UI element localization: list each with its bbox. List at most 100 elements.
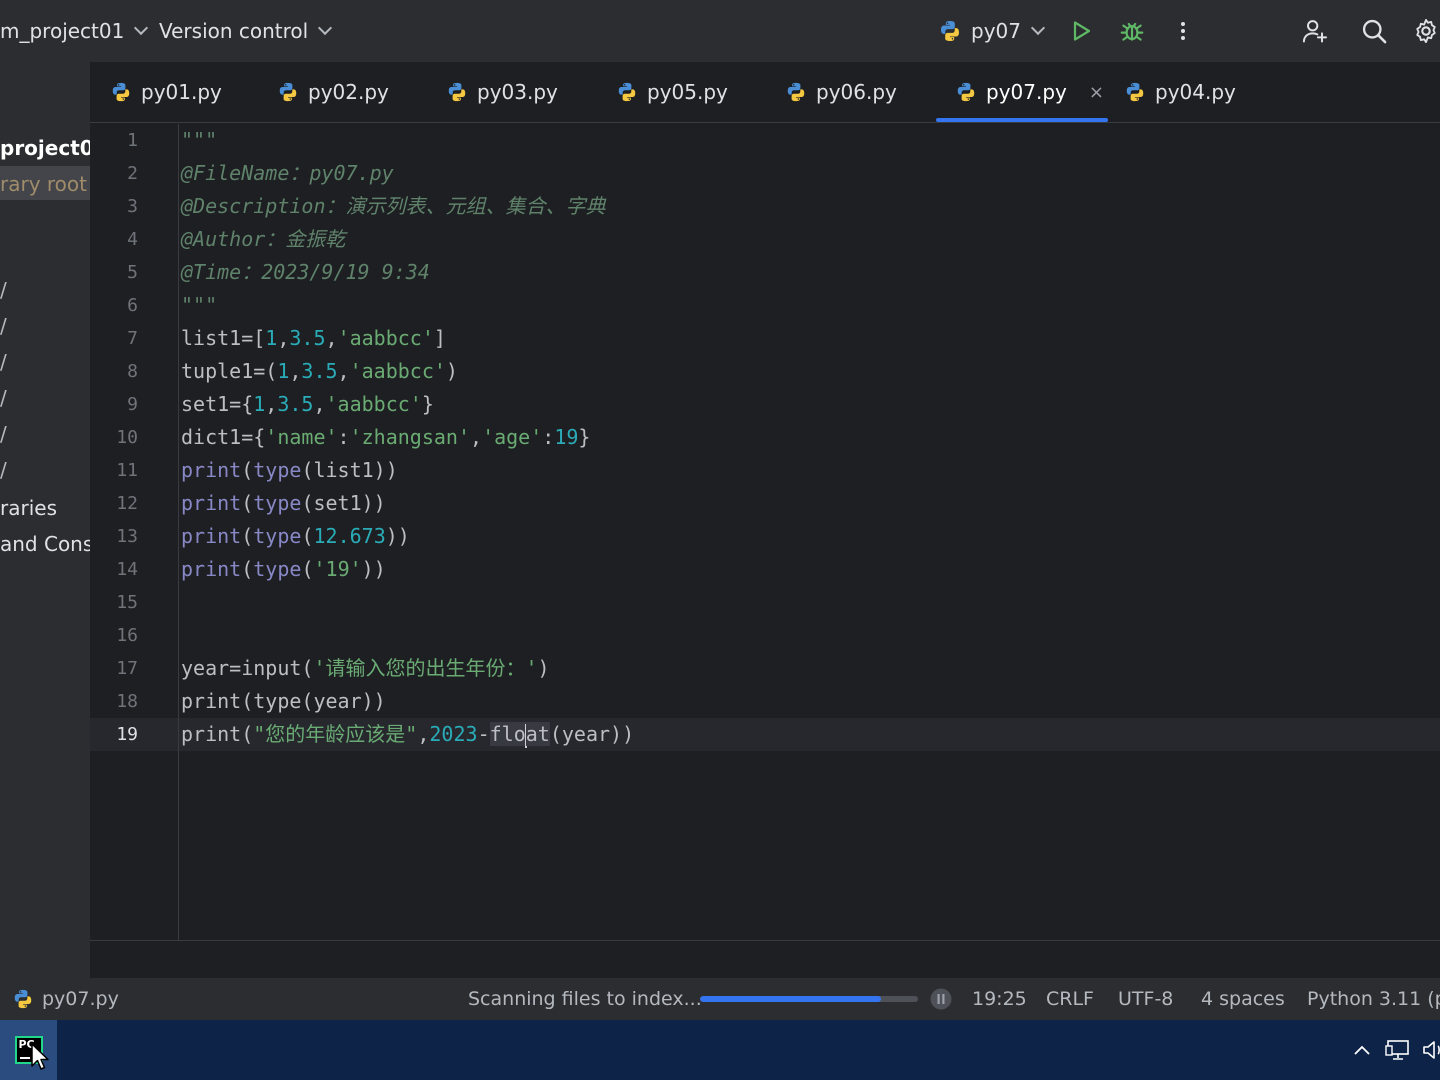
tab-label: py05.py bbox=[647, 80, 728, 104]
code-line[interactable]: list1=[1,3.5,'aabbcc'] bbox=[181, 322, 446, 355]
code-token: 1 bbox=[265, 326, 278, 350]
project-root-node[interactable]: project01 bbox=[0, 136, 90, 160]
line-number: 12 bbox=[116, 493, 138, 514]
line-number: 10 bbox=[116, 427, 138, 448]
tree-node[interactable]: / bbox=[0, 422, 7, 446]
tree-node[interactable]: / bbox=[0, 278, 7, 302]
python-icon bbox=[938, 19, 962, 43]
code-token: type bbox=[253, 524, 302, 548]
tab-label: py06.py bbox=[816, 80, 897, 104]
pause-icon bbox=[930, 988, 952, 1010]
code-editor[interactable]: 1 2 3 4 5 6 7 8 9 10 11 12 13 14 15 16 17 18 19 """ @FileNa… bbox=[90, 124, 1440, 940]
tree-node[interactable]: / bbox=[0, 314, 7, 338]
python-interpreter[interactable]: Python 3.11 (py bbox=[1307, 978, 1440, 1020]
code-with-me-button[interactable] bbox=[1298, 14, 1332, 48]
code-line[interactable]: @FileName：py07.py bbox=[181, 157, 394, 190]
line-number: 4 bbox=[127, 229, 138, 250]
tree-node[interactable]: / bbox=[0, 350, 7, 374]
run-config-name: py07 bbox=[971, 19, 1021, 43]
code-line[interactable]: print(type(12.673)) bbox=[181, 520, 410, 553]
python-file-icon bbox=[110, 81, 132, 103]
code-token: tuple1=( bbox=[181, 359, 278, 383]
code-token: 3.5 bbox=[289, 326, 326, 350]
code-line[interactable]: print(type(set1)) bbox=[181, 487, 386, 520]
code-line[interactable]: """ bbox=[181, 289, 217, 322]
code-line[interactable]: @Description：演示列表、元组、集合、字典 bbox=[181, 190, 606, 223]
code-token: 2023 bbox=[429, 722, 478, 746]
line-separator[interactable]: CRLF bbox=[1046, 978, 1094, 1020]
project-tool-window: project01 rary root / / / / / / raries a… bbox=[0, 62, 90, 978]
code-token: 'name' bbox=[265, 425, 338, 449]
code-token: : bbox=[542, 425, 555, 449]
code-token: print bbox=[181, 458, 242, 482]
tree-node[interactable]: / bbox=[0, 458, 7, 482]
code-token: (list1)) bbox=[301, 458, 398, 482]
code-token: 1 bbox=[253, 392, 266, 416]
background-task-label[interactable]: Scanning files to index... bbox=[468, 978, 702, 1020]
tab-py03[interactable]: py03.py bbox=[446, 62, 558, 122]
code-token: ( bbox=[301, 524, 314, 548]
network-icon bbox=[1385, 1040, 1409, 1060]
indent-setting[interactable]: 4 spaces bbox=[1201, 978, 1285, 1020]
project-selector[interactable]: m_project01 bbox=[0, 0, 149, 62]
tab-py07[interactable]: py07.py × bbox=[955, 62, 1104, 122]
code-token: } bbox=[421, 392, 434, 416]
vcs-menu[interactable]: Version control bbox=[159, 0, 333, 62]
settings-button[interactable] bbox=[1412, 14, 1440, 48]
code-line[interactable]: print(type('19')) bbox=[181, 553, 386, 586]
code-line[interactable]: print(type(list1)) bbox=[181, 454, 398, 487]
tab-label: py03.py bbox=[477, 80, 558, 104]
run-config-selector[interactable]: py07 bbox=[938, 0, 1046, 62]
code-line[interactable]: set1={1,3.5,'aabbcc'} bbox=[181, 388, 434, 421]
pause-indexing-button[interactable] bbox=[929, 978, 953, 1020]
code-line[interactable]: @Author：金振乾 bbox=[181, 223, 345, 256]
python-file-icon bbox=[446, 81, 468, 103]
close-icon[interactable]: × bbox=[1089, 82, 1104, 103]
line-number: 19 bbox=[116, 724, 138, 745]
python-file-icon bbox=[12, 988, 34, 1010]
file-encoding[interactable]: UTF-8 bbox=[1118, 978, 1173, 1020]
code-line[interactable]: """ bbox=[181, 124, 217, 157]
pycharm-taskbar-button[interactable]: PC bbox=[0, 1020, 57, 1080]
code-token: , bbox=[265, 392, 278, 416]
tab-py02[interactable]: py02.py bbox=[277, 62, 389, 122]
python-file-icon bbox=[277, 81, 299, 103]
search-button[interactable] bbox=[1357, 14, 1391, 48]
app-badge-underline bbox=[19, 1057, 30, 1059]
editor-tabs: py01.py py02.py py03.py py05.py py06.py … bbox=[90, 62, 1440, 123]
tab-py04[interactable]: py04.py bbox=[1124, 62, 1236, 122]
status-file-crumb[interactable]: py07.py bbox=[12, 978, 119, 1020]
code-token: '19' bbox=[313, 557, 362, 581]
code-line[interactable]: @Time：2023/9/19 9:34 bbox=[181, 256, 430, 289]
tree-node[interactable]: / bbox=[0, 386, 7, 410]
code-line[interactable]: dict1={'name':'zhangsan','age':19} bbox=[181, 421, 590, 454]
code-token: """ bbox=[181, 293, 218, 317]
tab-py05[interactable]: py05.py bbox=[616, 62, 728, 122]
cursor-position[interactable]: 19:25 bbox=[972, 978, 1027, 1020]
volume-tray-button[interactable] bbox=[1421, 1038, 1440, 1066]
run-button[interactable] bbox=[1064, 14, 1098, 48]
code-token: ( bbox=[241, 524, 254, 548]
code-line[interactable]: year=input('请输入您的出生年份：') bbox=[181, 652, 550, 685]
show-hidden-icons-button[interactable] bbox=[1352, 1040, 1372, 1064]
python-file-icon bbox=[785, 81, 807, 103]
code-line[interactable]: print("您的年龄应该是",2023-float(year)) bbox=[181, 718, 634, 751]
status-bar: py07.py Scanning files to index... 19:25… bbox=[0, 978, 1440, 1020]
library-root-label[interactable]: rary root bbox=[0, 172, 87, 196]
tab-py06[interactable]: py06.py bbox=[785, 62, 897, 122]
run-icon bbox=[1073, 21, 1091, 41]
code-token: @Description：演示列表、元组、集合、字典 bbox=[181, 194, 606, 218]
external-libraries-node[interactable]: raries bbox=[0, 496, 57, 520]
scratches-and-consoles-node[interactable]: and Conso bbox=[0, 532, 90, 556]
code-token: 'age' bbox=[482, 425, 543, 449]
code-token: ( bbox=[241, 491, 254, 515]
tab-py01[interactable]: py01.py bbox=[110, 62, 222, 122]
more-actions-button[interactable] bbox=[1166, 14, 1200, 48]
code-line[interactable]: tuple1=(1,3.5,'aabbcc') bbox=[181, 355, 458, 388]
code-token: (set1)) bbox=[301, 491, 386, 515]
line-number: 8 bbox=[127, 361, 138, 382]
debug-button[interactable] bbox=[1115, 14, 1149, 48]
line-number: 17 bbox=[116, 658, 138, 679]
network-tray-button[interactable] bbox=[1385, 1038, 1411, 1066]
code-line[interactable]: print(type(year)) bbox=[181, 685, 386, 718]
